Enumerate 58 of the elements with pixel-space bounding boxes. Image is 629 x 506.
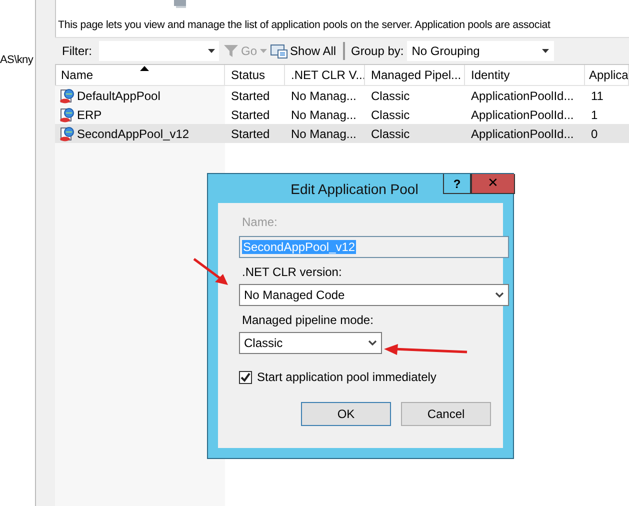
help-button[interactable]: ? xyxy=(443,174,471,194)
cancel-button[interactable]: Cancel xyxy=(401,402,491,426)
chevron-down-icon xyxy=(368,340,377,346)
table-cell: 0 xyxy=(591,126,598,140)
table-cell: Started xyxy=(231,126,270,140)
table-row[interactable]: DefaultAppPool Started No Manag... Classic ApplicationPoolId... 11 xyxy=(55,86,629,105)
table-cell: Started xyxy=(231,108,270,122)
clr-version-dropdown[interactable]: No Managed Code xyxy=(239,284,509,306)
group-by-dropdown[interactable]: No Grouping xyxy=(406,41,554,61)
column-header[interactable]: Managed Pipel... xyxy=(365,65,465,85)
annotation-arrow xyxy=(193,258,229,286)
show-all-button[interactable]: Show All xyxy=(269,44,338,58)
tree-node-text[interactable]: AS\kny xyxy=(0,54,35,66)
start-checkbox[interactable] xyxy=(239,370,252,384)
table-cell: ApplicationPoolId... xyxy=(471,108,574,122)
table-cell: DefaultAppPool xyxy=(77,88,160,102)
filter-field[interactable] xyxy=(99,41,219,61)
table-cell: SecondAppPool_v12 xyxy=(77,126,190,140)
clr-version-label: .NET CLR version: xyxy=(242,265,343,281)
server-icon xyxy=(173,0,189,8)
app-pool-icon xyxy=(59,126,75,142)
splitter-bar[interactable] xyxy=(36,0,56,506)
pipeline-mode-dropdown[interactable]: Classic xyxy=(239,332,382,354)
dropdown-arrow-icon xyxy=(208,49,215,53)
close-button[interactable]: ✕ xyxy=(471,174,515,194)
table-cell: No Manag... xyxy=(291,88,356,102)
start-checkbox-label[interactable]: Start application pool immediately xyxy=(257,370,436,384)
column-header[interactable]: Identity xyxy=(465,65,585,85)
column-header[interactable]: Status xyxy=(225,65,285,85)
table-cell: Classic xyxy=(371,126,410,140)
ok-button[interactable]: OK xyxy=(301,402,391,426)
table-cell: No Manag... xyxy=(291,108,356,122)
name-label: Name: xyxy=(242,215,278,231)
funnel-icon xyxy=(223,44,239,58)
windows-icon xyxy=(270,44,288,58)
column-header[interactable]: Applica xyxy=(585,65,629,85)
table-cell: Classic xyxy=(371,108,410,122)
pipeline-mode-label: Managed pipeline mode: xyxy=(242,313,374,329)
table-cell: Started xyxy=(231,88,270,102)
table-cell: ApplicationPoolId... xyxy=(471,126,574,140)
page-description: This page lets you view and manage the list of application pools on the server. Application pools are associat xyxy=(58,19,552,33)
column-header[interactable]: Name xyxy=(55,65,225,85)
table-row[interactable]: ERP Started No Manag... Classic ApplicationPoolId... 1 xyxy=(55,105,629,124)
dialog-title: Edit Application Pool xyxy=(290,180,418,196)
table-cell: Classic xyxy=(371,88,410,102)
chevron-down-icon xyxy=(495,292,504,298)
dropdown-arrow-icon[interactable] xyxy=(260,49,268,53)
table-cell: 1 xyxy=(591,108,598,122)
table-row[interactable]: SecondAppPool_v12 Started No Manag... Classic ApplicationPoolId... 0 xyxy=(55,124,629,143)
table-cell: ERP xyxy=(77,108,102,122)
group-by-label: Group by: xyxy=(351,44,404,58)
app-pool-icon xyxy=(59,106,75,122)
dropdown-arrow-icon xyxy=(542,49,549,53)
table-cell: ApplicationPoolId... xyxy=(471,88,574,102)
table-cell: 11 xyxy=(591,88,604,102)
filter-label: Filter: xyxy=(62,44,92,58)
table-cell: No Manag... xyxy=(291,126,356,140)
sort-arrow-icon xyxy=(140,66,148,71)
